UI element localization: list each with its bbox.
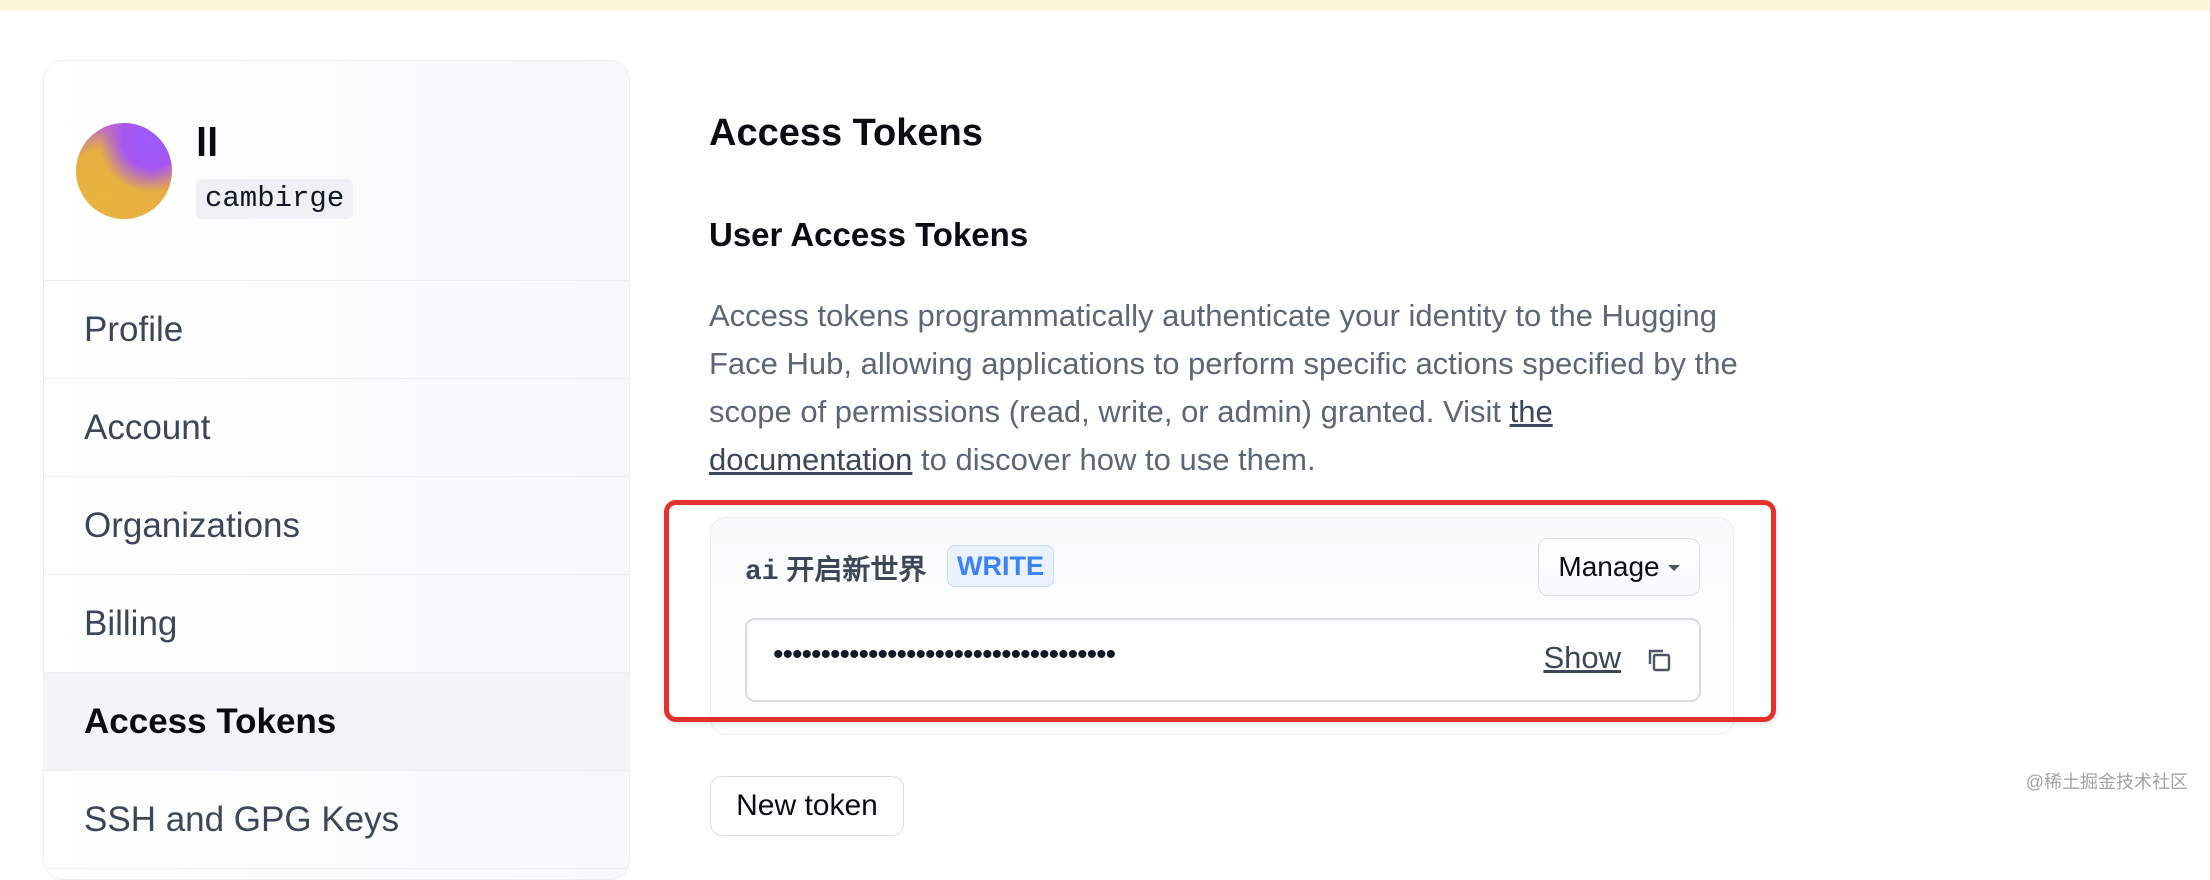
top-banner [0, 0, 2210, 11]
display-name: ll [196, 121, 219, 165]
red-highlight-annotation [664, 500, 1776, 722]
sidebar-item-organizations[interactable]: Organizations [44, 477, 629, 575]
page-title: Access Tokens [709, 112, 983, 154]
sidebar-item-billing[interactable]: Billing [44, 575, 629, 673]
description-text: Access tokens programmatically authentic… [709, 298, 1738, 429]
user-block: ll cambirge [44, 61, 629, 281]
avatar [76, 123, 172, 219]
watermark: @稀土掘金技术社区 [2025, 772, 2188, 792]
description-text-end: to discover how to use them. [912, 442, 1316, 477]
sidebar-item-profile[interactable]: Profile [44, 281, 629, 379]
sidebar-item-account[interactable]: Account [44, 379, 629, 477]
description: Access tokens programmatically authentic… [709, 292, 1739, 484]
sidebar-item-ssh-gpg-keys[interactable]: SSH and GPG Keys [44, 771, 629, 869]
settings-sidebar: ll cambirge Profile Account Organization… [43, 60, 630, 880]
new-token-button[interactable]: New token [710, 776, 904, 836]
username-badge: cambirge [196, 179, 354, 219]
sidebar-item-access-tokens[interactable]: Access Tokens [44, 673, 629, 771]
section-title: User Access Tokens [709, 216, 1029, 253]
